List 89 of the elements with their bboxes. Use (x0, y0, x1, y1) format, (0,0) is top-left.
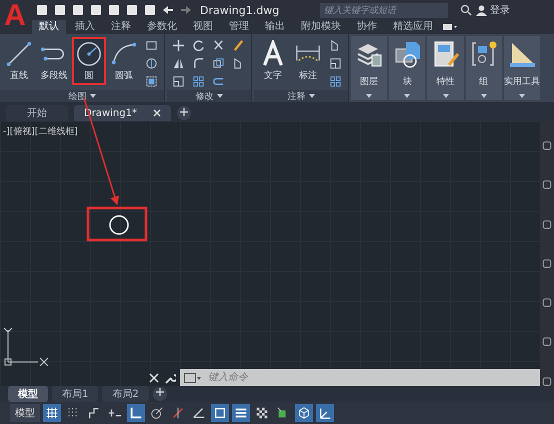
drawn-circle[interactable] (109, 215, 129, 235)
caret-icon[interactable] (480, 94, 487, 98)
layout-tab[interactable]: 模型 (8, 386, 48, 402)
plus-icon (180, 108, 188, 116)
dimension-tool-button[interactable]: 标注 (291, 37, 325, 85)
ruler-panel-button[interactable]: 实用工具 (504, 36, 540, 100)
axes-toggle[interactable] (316, 404, 334, 422)
rectangle-icon[interactable] (145, 39, 158, 52)
undo-icon[interactable] (162, 4, 174, 16)
add-layout-button[interactable] (152, 386, 167, 400)
search-icon[interactable] (460, 4, 472, 16)
panel-title[interactable]: 绘图 (68, 90, 86, 102)
scale-icon[interactable] (172, 75, 185, 88)
annotation-tool-icon[interactable] (329, 75, 342, 88)
grid-toggle[interactable] (43, 404, 61, 422)
lines-icon (234, 406, 248, 420)
ribbon-tab[interactable]: 视图 (186, 20, 220, 34)
ribbon-tab[interactable]: 注释 (104, 20, 138, 34)
new-tab-button[interactable] (176, 106, 191, 120)
array-icon[interactable] (212, 57, 225, 70)
ucs-toggle[interactable] (211, 404, 229, 422)
copy-icon[interactable] (192, 75, 205, 88)
drawing-area[interactable]: -][俯视][二维线框] 键入命令 (0, 121, 540, 386)
command-field[interactable]: 键入命令 (180, 369, 540, 386)
angle-icon (192, 406, 206, 420)
mirror-icon[interactable] (172, 57, 185, 70)
circle-tool-button[interactable]: 圆 (72, 37, 106, 85)
circle-icon (75, 40, 103, 68)
wrench-icon[interactable] (164, 372, 176, 384)
annotation-tool-icon[interactable] (329, 57, 342, 70)
properties-panel-button[interactable]: 特性 (427, 36, 464, 100)
ribbon-tab[interactable]: 输出 (258, 20, 292, 34)
sign-in-link[interactable]: 登录 (490, 3, 510, 17)
checker-icon (255, 406, 269, 420)
hatch-icon[interactable] (145, 75, 158, 88)
caret-icon[interactable] (366, 94, 372, 98)
group-panel-button[interactable]: 组 (466, 36, 502, 100)
command-history-icon[interactable] (184, 372, 202, 382)
arc-tool-button[interactable]: 圆弧 (107, 37, 141, 85)
redo-icon[interactable] (180, 4, 192, 16)
3d-toggle[interactable] (295, 404, 313, 422)
erase-icon[interactable] (232, 39, 245, 52)
search-field[interactable]: 键入关键字或短语 (320, 2, 448, 18)
ribbon-tab[interactable]: 插入 (68, 20, 102, 34)
caret-icon[interactable] (518, 94, 525, 98)
block-panel-button[interactable]: 块 (389, 36, 426, 100)
layers-panel-button[interactable]: 图层 (351, 36, 388, 100)
square-icon (213, 406, 227, 420)
caret-icon[interactable] (404, 94, 410, 98)
model-space-button[interactable]: 模型 (10, 404, 40, 422)
ortho-toggle[interactable] (127, 404, 145, 422)
line-tool-button[interactable]: 直线 (2, 37, 36, 85)
caret-icon[interactable] (442, 94, 448, 98)
trim-icon[interactable] (212, 39, 225, 52)
ucs-axes-icon (2, 326, 50, 366)
ribbon-tab[interactable]: 协作 (350, 20, 384, 34)
ribbon-tab[interactable]: 默认 (32, 20, 66, 34)
grid-icon (45, 406, 59, 420)
caret-icon[interactable] (216, 94, 222, 98)
viewport-label[interactable]: -][俯视][二维线框] (3, 125, 78, 138)
lineweight-toggle[interactable] (232, 404, 250, 422)
layout-tab[interactable]: 布局2 (102, 386, 149, 402)
line-icon (5, 40, 33, 68)
file-tab[interactable]: 开始 (6, 105, 68, 121)
axes-icon (318, 406, 332, 420)
window-title: Drawing1.dwg (200, 4, 280, 16)
ribbon-tab[interactable]: 管理 (222, 20, 256, 34)
layout-tab[interactable]: 布局1 (52, 386, 98, 402)
ribbon-tab[interactable]: 参数化 (140, 20, 184, 34)
caret-icon[interactable] (308, 94, 314, 98)
text-tool-button[interactable]: 文字 (256, 37, 290, 85)
caret-icon[interactable] (90, 94, 96, 98)
close-icon[interactable] (152, 109, 161, 117)
ellipse-icon[interactable] (145, 57, 158, 70)
ribbon-tab[interactable]: 精选应用 (386, 20, 440, 34)
slash-icon (171, 406, 185, 420)
highlight-frame (86, 206, 148, 242)
fillet-icon[interactable] (192, 57, 205, 70)
corner-icon (129, 406, 143, 420)
rotate-icon[interactable] (192, 39, 205, 52)
step-icon (87, 406, 101, 420)
plus-icon (156, 388, 164, 396)
ribbon-tab[interactable]: 附加模块 (294, 20, 348, 34)
compass-icon (150, 406, 164, 420)
command-input[interactable]: 键入命令 (206, 371, 540, 384)
offset-icon[interactable] (212, 75, 225, 88)
polyline-tool-button[interactable]: 多段线 (37, 37, 71, 85)
close-icon[interactable] (148, 372, 160, 384)
move-icon[interactable] (172, 39, 185, 52)
